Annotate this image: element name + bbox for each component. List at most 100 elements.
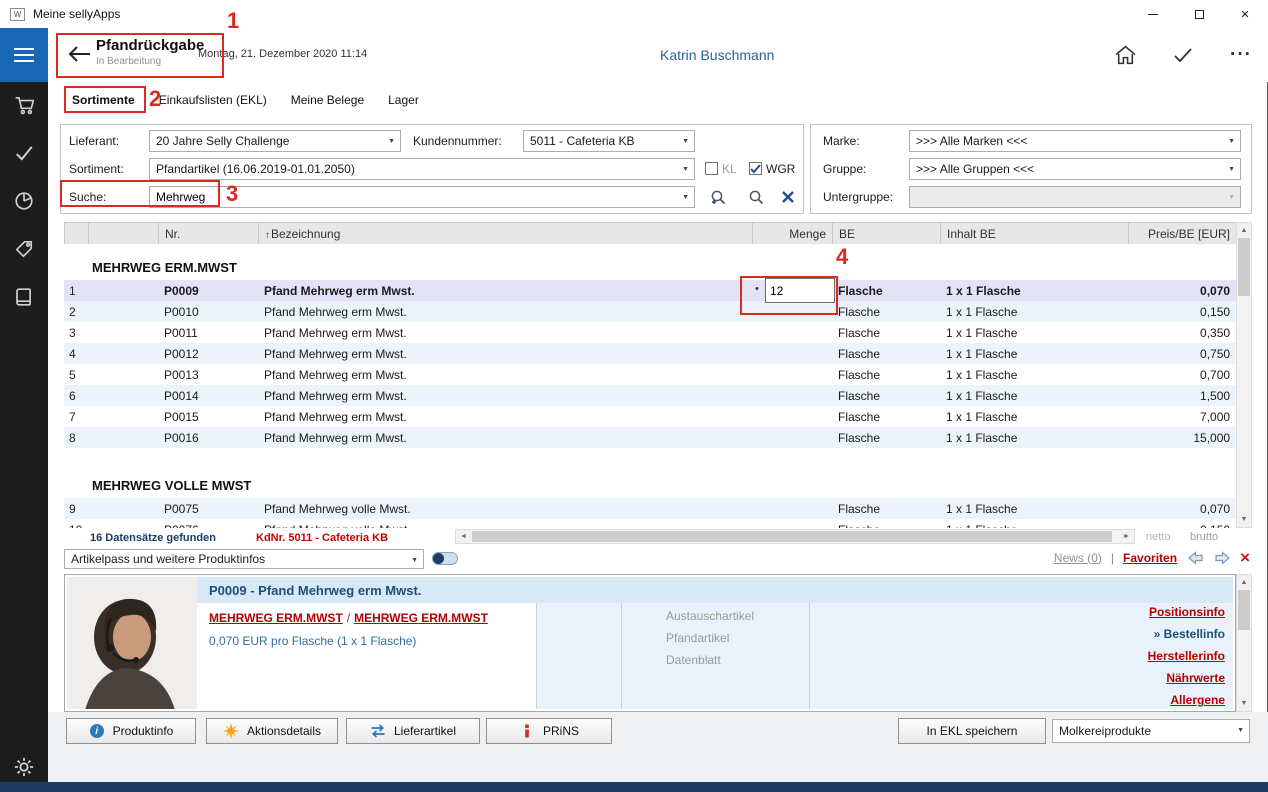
table-row[interactable]: 7P0015Pfand Mehrweg erm Mwst.Flasche1 x … [64, 406, 1236, 427]
in-ekl-speichern-button[interactable]: In EKL speichern [898, 718, 1046, 744]
netto-label[interactable]: netto [1146, 531, 1170, 543]
table-row[interactable]: 3P0011Pfand Mehrweg erm Mwst.Flasche1 x … [64, 322, 1236, 343]
cell-inhalt-be: 1 x 1 Flasche [940, 322, 1128, 343]
search-advanced-button[interactable] [705, 186, 731, 208]
scroll-right-button[interactable]: ► [1119, 530, 1134, 543]
menu-button[interactable] [0, 28, 48, 82]
pfandartikel-link[interactable]: Pfandartikel [666, 631, 729, 645]
group-link[interactable]: MEHRWEG ERM.MWST [209, 611, 343, 625]
scroll-down-button[interactable]: ▼ [1237, 512, 1251, 527]
naehrwerte-link[interactable]: Nährwerte [1166, 671, 1225, 685]
confirm-button[interactable] [1170, 43, 1196, 67]
more-options-button[interactable]: ··· [1228, 43, 1254, 67]
maximize-button[interactable] [1176, 0, 1222, 28]
marke-select[interactable]: >>> Alle Marken <<< ▼ [909, 130, 1241, 152]
lieferant-select[interactable]: 20 Jahre Selly Challenge ▼ [149, 130, 401, 152]
bestellinfo-link[interactable]: » Bestellinfo [1154, 627, 1225, 641]
clear-search-icon [781, 190, 795, 204]
back-button[interactable] [66, 44, 94, 66]
sidebar-statistics-button[interactable] [13, 190, 35, 212]
group-title: MEHRWEG VOLLE MWST [64, 448, 1236, 498]
row-icon-cell [88, 280, 158, 301]
dropdown-arrow-icon: ▼ [388, 138, 395, 145]
tab-lager[interactable]: Lager [388, 91, 419, 109]
search-button[interactable] [743, 186, 769, 208]
row-number: 8 [64, 427, 88, 448]
sidebar-tasks-button[interactable] [13, 142, 35, 164]
table-row[interactable]: 5P0013Pfand Mehrweg erm Mwst.Flasche1 x … [64, 364, 1236, 385]
table-horizontal-scrollbar[interactable]: ◄ ► [455, 529, 1135, 544]
scroll-left-button[interactable]: ◄ [456, 530, 471, 543]
col-header-preis[interactable]: Preis/BE [EUR] [1129, 223, 1237, 245]
sidebar-settings-button[interactable] [13, 756, 35, 778]
group-link[interactable]: MEHRWEG ERM.MWST [354, 611, 488, 625]
col-header-nr[interactable]: Nr. [159, 223, 259, 245]
table-row[interactable]: 9P0075Pfand Mehrweg volle Mwst.Flasche1 … [64, 498, 1236, 519]
minimize-button[interactable] [1130, 0, 1176, 28]
scroll-down-button[interactable]: ▼ [1237, 696, 1251, 711]
clear-search-button[interactable] [775, 186, 801, 208]
scroll-up-button[interactable]: ▲ [1237, 575, 1251, 590]
search-input[interactable] [156, 190, 676, 204]
austauschartikel-link[interactable]: Austauschartikel [666, 609, 754, 623]
sidebar-cart-button[interactable] [13, 94, 35, 116]
close-infopanel-button[interactable]: × [1240, 551, 1250, 565]
bottom-accent-bar [0, 782, 1268, 792]
scrollbar-thumb[interactable] [472, 531, 1112, 542]
allergene-link[interactable]: Allergene [1170, 693, 1225, 707]
menge-input[interactable] [765, 278, 835, 303]
scrollbar-thumb[interactable] [1238, 238, 1250, 296]
table-row[interactable]: 8P0016Pfand Mehrweg erm Mwst.Flasche1 x … [64, 427, 1236, 448]
brutto-label[interactable]: brutto [1190, 531, 1218, 543]
datenblatt-link[interactable]: Datenblatt [666, 653, 721, 667]
scroll-left-icon: ◄ [460, 533, 467, 540]
checkmark-icon [14, 143, 34, 163]
table-row[interactable]: 2P0010Pfand Mehrweg erm Mwst.Flasche1 x … [64, 301, 1236, 322]
table-row[interactable]: 10P0076Pfand Mehrweg volle Mwst.Flasche1… [64, 519, 1236, 528]
kundennummer-select[interactable]: 5011 - Cafeteria KB ▼ [523, 130, 695, 152]
tab-einkaufslisten[interactable]: Einkaufslisten (EKL) [159, 91, 267, 109]
col-header-inhalt-be[interactable]: Inhalt BE [941, 223, 1129, 245]
scroll-up-icon: ▲ [1241, 579, 1248, 586]
positionsinfo-link[interactable]: Positionsinfo [1149, 605, 1225, 619]
productinfo-select[interactable]: Artikelpass und weitere Produktinfos ▼ [64, 549, 424, 569]
scroll-up-button[interactable]: ▲ [1237, 223, 1251, 238]
ekl-target-select[interactable]: Molkereiprodukte ▼ [1052, 719, 1250, 743]
col-header-bezeichnung[interactable]: ↑Bezeichnung [259, 223, 753, 245]
sidebar-catalog-button[interactable] [13, 286, 35, 308]
wgr-checkbox[interactable] [749, 162, 762, 175]
favoriten-link[interactable]: Favoriten [1123, 551, 1177, 565]
col-header-icon [89, 223, 159, 245]
close-icon: × [1241, 7, 1250, 22]
sidebar-pricetag-button[interactable] [13, 238, 35, 260]
prins-button[interactable]: PRiNS [486, 718, 612, 744]
lieferartikel-button[interactable]: Lieferartikel [346, 718, 480, 744]
news-link[interactable]: News (0) [1054, 551, 1102, 565]
herstellerinfo-link[interactable]: Herstellerinfo [1148, 649, 1225, 663]
cell-be: Flasche [832, 343, 940, 364]
scrollbar-thumb[interactable] [1238, 590, 1250, 630]
col-header-be[interactable]: BE [833, 223, 941, 245]
search-combo[interactable]: ▼ [149, 186, 695, 208]
row-icon-cell [88, 343, 158, 364]
sortiment-select[interactable]: Pfandartikel (16.06.2019-01.01.2050) ▼ [149, 158, 695, 180]
table-vertical-scrollbar[interactable]: ▲ ▼ [1236, 222, 1252, 528]
previous-article-button[interactable] [1186, 550, 1204, 565]
tab-meine-belege[interactable]: Meine Belege [291, 91, 364, 109]
next-article-button[interactable] [1213, 550, 1231, 565]
produktinfo-button[interactable]: i Produktinfo [66, 718, 196, 744]
table-row[interactable]: 1P0009Pfand Mehrweg erm Mwst.•Flasche1 x… [64, 280, 1236, 301]
tab-sortimente[interactable]: Sortimente [72, 91, 135, 109]
close-button[interactable]: × [1222, 0, 1268, 28]
col-header-menge[interactable]: Menge [753, 223, 833, 245]
productinfo-toggle[interactable] [432, 552, 458, 565]
table-row[interactable]: 6P0014Pfand Mehrweg erm Mwst.Flasche1 x … [64, 385, 1236, 406]
gruppe-select[interactable]: >>> Alle Gruppen <<< ▼ [909, 158, 1241, 180]
table-header: Nr. ↑Bezeichnung Menge BE Inhalt BE Prei… [64, 222, 1236, 244]
kl-checkbox[interactable] [705, 162, 718, 175]
scroll-up-icon: ▲ [1241, 227, 1248, 234]
aktionsdetails-button[interactable]: Aktionsdetails [206, 718, 338, 744]
home-button[interactable] [1112, 43, 1138, 67]
table-row[interactable]: 4P0012Pfand Mehrweg erm Mwst.Flasche1 x … [64, 343, 1236, 364]
infopanel-scrollbar[interactable]: ▲ ▼ [1236, 574, 1252, 712]
